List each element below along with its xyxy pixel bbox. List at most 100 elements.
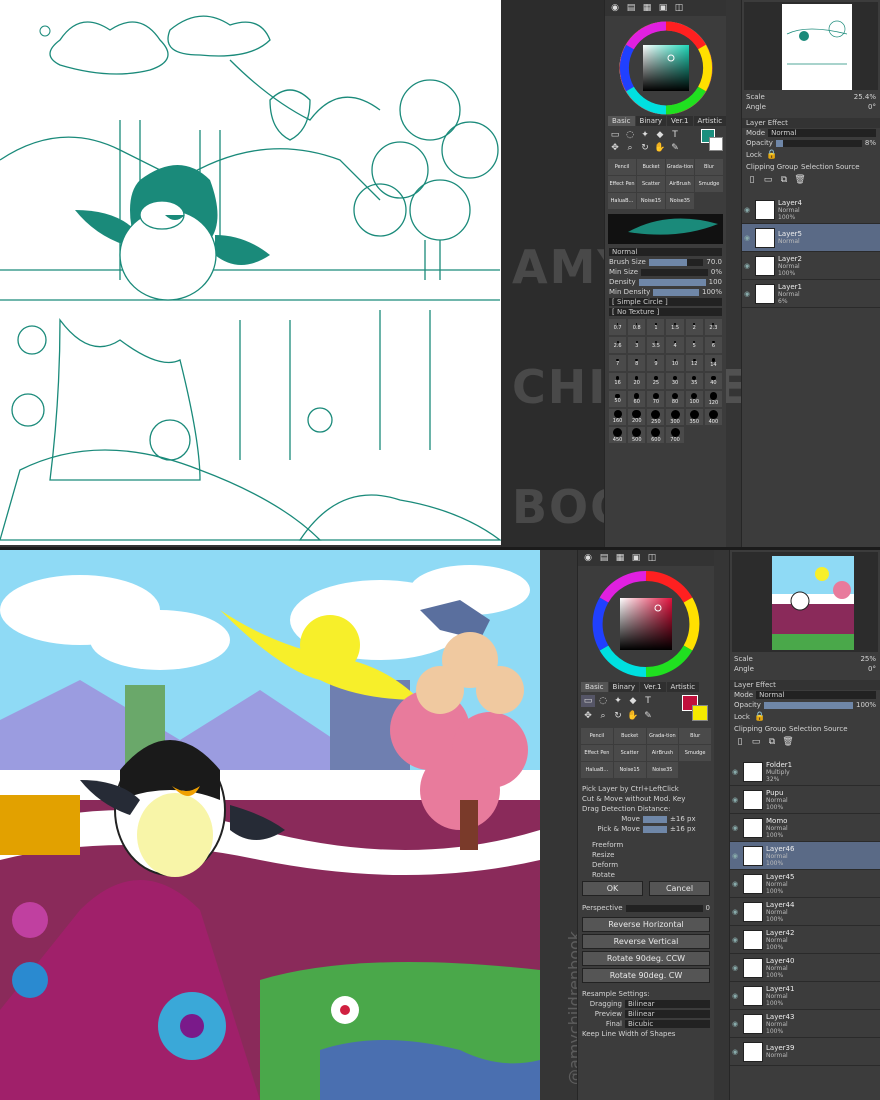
brush-size-cell[interactable]: 1.5 (666, 319, 684, 335)
new-layer-icon[interactable]: ▯ (733, 736, 747, 748)
layer-row[interactable]: ◉ Layer43 Normal 100% (730, 1010, 880, 1038)
brush-noise35[interactable]: Noise35 (646, 762, 679, 778)
layer-row[interactable]: ◉ Layer42 Normal 100% (730, 926, 880, 954)
brush-smudge[interactable]: Smudge (695, 176, 723, 192)
blend-mode-select[interactable]: Normal (609, 248, 722, 256)
brush-size-cell[interactable]: 300 (666, 409, 684, 425)
brush-size-cell[interactable]: 350 (685, 409, 703, 425)
brush-size-cell[interactable]: 20 (628, 373, 646, 389)
tab-ver1[interactable]: Ver.1 (667, 116, 693, 126)
visibility-eye-icon[interactable]: ◉ (742, 290, 752, 298)
rect-select-icon[interactable]: ▭ (608, 129, 622, 141)
layer-row[interactable]: ◉ Layer45 Normal 100% (730, 870, 880, 898)
rotate-row[interactable]: Rotate (578, 870, 714, 880)
brush-gradation[interactable]: Grada-tion (646, 728, 679, 744)
shape-icon[interactable]: ◆ (653, 129, 667, 141)
layer-row[interactable]: ◉ Layer46 Normal 100% (730, 842, 880, 870)
clipping-group[interactable]: Clipping Group (746, 163, 798, 171)
brush-effect-pen[interactable]: Effect Pen (608, 176, 636, 192)
brush-size-cell[interactable]: 200 (628, 409, 646, 425)
copy-layer-icon[interactable]: ⧉ (777, 174, 791, 186)
history-mode-icon[interactable]: ◫ (645, 552, 659, 564)
reverse-horizontal-button[interactable]: Reverse Horizontal (582, 917, 710, 932)
brush-noise35[interactable]: Noise35 (666, 193, 694, 209)
brush-size-cell[interactable]: 4 (666, 337, 684, 353)
layer-row[interactable]: ◉ Layer44 Normal 100% (730, 898, 880, 926)
layer-row[interactable]: ◉ Layer41 Normal 100% (730, 982, 880, 1010)
brush-size-cell[interactable]: 16 (609, 373, 627, 389)
text-icon[interactable]: T (641, 695, 655, 707)
brush-size-cell[interactable]: 100 (685, 391, 703, 407)
lock-icon[interactable]: 🔒 (765, 149, 779, 161)
cut-move-row[interactable]: Cut & Move without Mod. Key (578, 794, 714, 804)
new-layer-icon[interactable]: ▯ (745, 174, 759, 186)
layer-row[interactable]: ◉ Momo Normal 100% (730, 814, 880, 842)
color-wheel[interactable] (605, 16, 726, 116)
brush-size-cell[interactable]: 50 (609, 391, 627, 407)
visibility-eye-icon[interactable]: ◉ (730, 852, 740, 860)
perspective-slider[interactable] (625, 904, 703, 912)
selection-source[interactable]: Selection Source (789, 725, 848, 733)
brush-halua[interactable]: HaluaB... (608, 193, 636, 209)
brush-blur[interactable]: Blur (679, 728, 711, 744)
delete-layer-icon[interactable]: 🗑 (781, 736, 795, 748)
brush-size-cell[interactable]: 0.7 (609, 319, 627, 335)
tab-binary[interactable]: Binary (608, 682, 640, 692)
visibility-eye-icon[interactable]: ◉ (730, 796, 740, 804)
brush-size-cell[interactable]: 500 (628, 427, 646, 443)
freeform-row[interactable]: Freeform (578, 840, 714, 850)
brush-pencil[interactable]: Pencil (581, 728, 613, 744)
brush-size-cell[interactable]: 30 (666, 373, 684, 389)
shape-icon[interactable]: ◆ (626, 695, 640, 707)
visibility-eye-icon[interactable]: ◉ (730, 824, 740, 832)
brush-blur[interactable]: Blur (695, 159, 723, 175)
hand-icon[interactable]: ✋ (626, 710, 640, 722)
opacity-slider[interactable] (763, 701, 853, 709)
rotate-ccw-button[interactable]: Rotate 90deg. CCW (582, 951, 710, 966)
brush-size-cell[interactable]: 70 (647, 391, 665, 407)
palette-mode-icon[interactable]: ▦ (613, 552, 627, 564)
brush-size-cell[interactable]: 250 (647, 409, 665, 425)
layer-row[interactable]: ◉ Layer40 Normal 100% (730, 954, 880, 982)
brush-size-cell[interactable]: 25 (647, 373, 665, 389)
brush-bucket[interactable]: Bucket (613, 728, 646, 744)
rect-select-icon[interactable]: ▭ (581, 695, 595, 707)
brush-smudge[interactable]: Smudge (679, 745, 711, 761)
magic-wand-icon[interactable]: ✦ (611, 695, 625, 707)
fg-bg-colors[interactable] (701, 129, 723, 151)
visibility-eye-icon[interactable]: ◉ (742, 234, 752, 242)
visibility-eye-icon[interactable]: ◉ (730, 880, 740, 888)
layer-row[interactable]: ◉ Layer2 Normal 100% (742, 252, 880, 280)
selection-source[interactable]: Selection Source (801, 163, 860, 171)
final-select[interactable]: Bicubic (625, 1020, 710, 1028)
pick-layer-row[interactable]: Pick Layer by Ctrl+LeftClick (578, 784, 714, 794)
background-color[interactable] (692, 705, 708, 721)
brush-size-cell[interactable]: 120 (704, 391, 722, 407)
ok-button[interactable]: OK (582, 881, 643, 896)
brush-size-cell[interactable]: 60 (628, 391, 646, 407)
brush-size-cell[interactable]: 3.5 (647, 337, 665, 353)
brush-size-cell[interactable]: 600 (647, 427, 665, 443)
mode-select[interactable]: Normal (756, 691, 876, 699)
rotate-icon[interactable]: ↻ (638, 142, 652, 154)
density-slider[interactable] (638, 278, 706, 286)
history-mode-icon[interactable]: ◫ (672, 2, 686, 14)
color-wheel-mode-icon[interactable]: ◉ (581, 552, 595, 564)
color-slider-mode-icon[interactable]: ▤ (624, 2, 638, 14)
text-icon[interactable]: T (668, 129, 682, 141)
visibility-eye-icon[interactable]: ◉ (730, 964, 740, 972)
tab-artistic[interactable]: Artistic (693, 116, 727, 126)
brush-shape-select[interactable]: [ Simple Circle ] (609, 298, 722, 306)
hand-icon[interactable]: ✋ (653, 142, 667, 154)
eyedropper-icon[interactable]: ✎ (641, 710, 655, 722)
preview-select[interactable]: Bilinear (625, 1010, 710, 1018)
copy-layer-icon[interactable]: ⧉ (765, 736, 779, 748)
navigator-preview[interactable] (744, 2, 878, 90)
visibility-eye-icon[interactable]: ◉ (730, 992, 740, 1000)
keep-line-row[interactable]: Keep Line Width of Shapes (578, 1029, 714, 1039)
brush-size-cell[interactable]: 700 (666, 427, 684, 443)
brush-size-cell[interactable]: 7 (609, 355, 627, 371)
brush-scatter[interactable]: Scatter (637, 176, 665, 192)
brush-halua[interactable]: HaluaB... (581, 762, 613, 778)
lasso-icon[interactable]: ◌ (623, 129, 637, 141)
